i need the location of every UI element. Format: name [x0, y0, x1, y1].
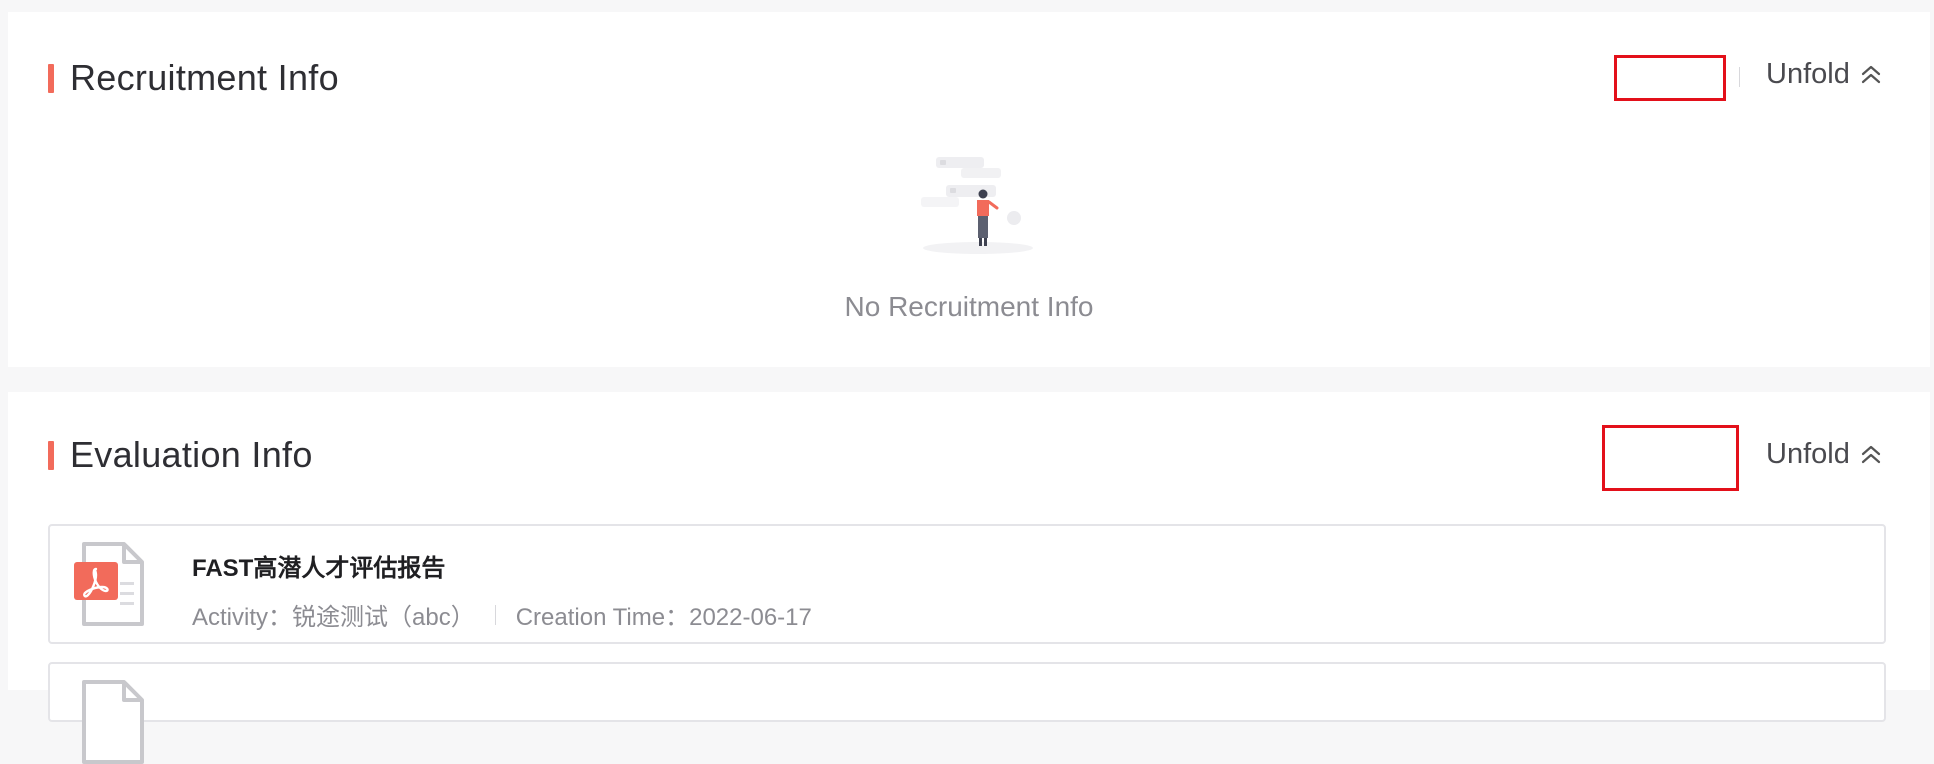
recruitment-title: Recruitment Info — [70, 57, 339, 98]
report-title: FAST高潜人才评估报告 — [192, 555, 446, 582]
report-creation-time: Creation Time：2022-06-17 — [515, 604, 812, 631]
unfold-label: Unfold — [1766, 438, 1850, 470]
double-chevron-up-icon — [1861, 65, 1880, 83]
accent-bar — [48, 63, 54, 93]
recruitment-section-header: Recruitment Info — [48, 57, 339, 99]
empty-state-illustration — [921, 157, 1033, 254]
empty-state-text: No Recruitment Info — [844, 291, 1094, 322]
evaluation-unfold-button[interactable]: Unfold — [1766, 438, 1882, 471]
evaluation-info-card: Evaluation Info Unfold FAST高潜人才评估报告 Acti… — [8, 392, 1930, 764]
highlight-box — [1602, 425, 1739, 491]
pdf-file-icon — [74, 542, 144, 626]
report-list-item[interactable]: FAST高潜人才评估报告 Activity：锐途测试（abc） Creation… — [48, 524, 1886, 644]
evaluation-section-header: Evaluation Info — [48, 434, 313, 476]
report-list-item[interactable] — [48, 662, 1886, 764]
evaluation-title: Evaluation Info — [70, 434, 313, 475]
recruitment-unfold-button[interactable]: Unfold — [1766, 58, 1882, 91]
accent-bar — [48, 440, 54, 470]
meta-divider — [494, 604, 496, 625]
highlight-box — [1614, 55, 1726, 101]
unfold-label: Unfold — [1766, 58, 1850, 90]
pdf-file-icon — [82, 680, 144, 764]
report-activity: Activity：锐途测试（abc） — [192, 604, 475, 631]
report-meta: Activity：锐途测试（abc） Creation Time：2022-06… — [192, 597, 812, 632]
double-chevron-up-icon — [1861, 445, 1880, 463]
divider — [1739, 67, 1740, 87]
recruitment-info-card: Recruitment Info Unfold No Recruitment I… — [8, 12, 1930, 367]
